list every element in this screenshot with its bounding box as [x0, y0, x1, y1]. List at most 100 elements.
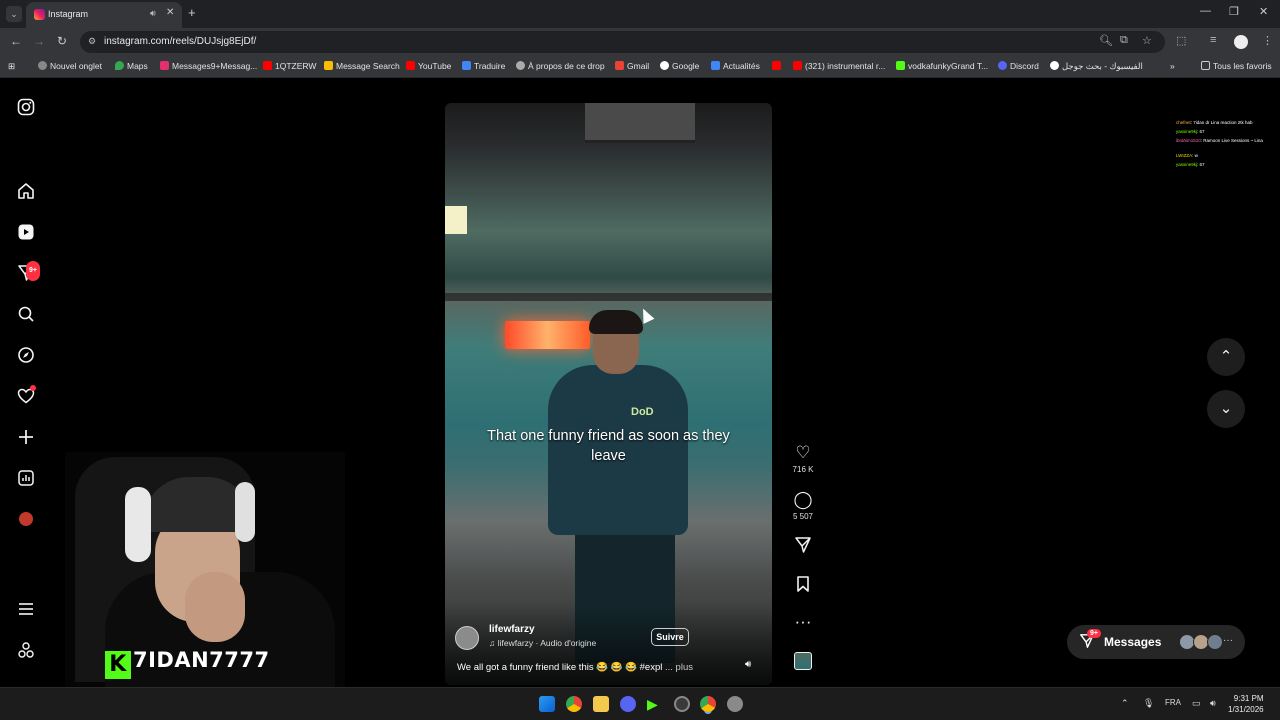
microphone-icon[interactable]: 🎙︎	[1143, 698, 1154, 709]
more-menu-icon[interactable]	[17, 600, 35, 618]
back-icon[interactable]: ←	[10, 34, 22, 48]
volume-icon[interactable]: 🔊︎	[745, 659, 751, 670]
reel-description[interactable]: We all got a funny friend like this 😂 😂 …	[457, 662, 693, 673]
chrome-icon[interactable]	[566, 696, 582, 712]
forward-icon[interactable]: →	[33, 34, 45, 48]
tray-overflow-icon[interactable]: ⌃	[1121, 698, 1129, 709]
window-close-icon[interactable]: ✕	[1259, 5, 1268, 18]
audio-thumbnail[interactable]	[792, 652, 814, 675]
minimize-icon[interactable]: —	[1200, 5, 1211, 17]
reel-audio[interactable]: ♫ lifewfarzy · Audio d'origine	[489, 638, 596, 648]
install-app-icon[interactable]: ⧉	[1120, 34, 1128, 47]
kick-taskbar-icon[interactable]: ▶	[647, 696, 663, 712]
bookmark-item[interactable]	[772, 61, 784, 71]
share-icon[interactable]	[792, 536, 814, 559]
reel-caption-overlay: That one funny friend as soon as they le…	[487, 428, 730, 464]
search-icon[interactable]	[17, 305, 35, 323]
address-bar[interactable]: ⚙ instagram.com/reels/DUJsjg8EjDf/	[80, 31, 1165, 53]
reload-icon[interactable]: ↻	[57, 34, 67, 48]
profile-avatar[interactable]	[1234, 35, 1248, 49]
bookmark-item[interactable]: Gmail	[615, 61, 649, 71]
site-info-icon[interactable]: ⚙	[88, 36, 98, 46]
home-icon[interactable]	[17, 182, 35, 200]
author-avatar[interactable]	[455, 626, 479, 650]
follow-button[interactable]: Suivre	[651, 628, 689, 646]
new-tab-icon[interactable]: +	[188, 5, 196, 20]
bookmark-item[interactable]: Actualités	[711, 61, 760, 71]
messages-button[interactable]: 9+ Messages ···	[1067, 625, 1245, 659]
bookmark-label: YouTube	[418, 61, 452, 71]
bookmark-label: Maps	[127, 61, 148, 71]
bookmark-item[interactable]: Maps	[115, 61, 148, 71]
also-from-meta-icon[interactable]	[17, 641, 35, 659]
author-username[interactable]: lifewfarzy	[489, 624, 535, 635]
save-bookmark-icon[interactable]	[792, 575, 814, 598]
language-indicator[interactable]: FRA	[1165, 698, 1181, 707]
kick-icon	[896, 61, 905, 70]
bookmark-item[interactable]: Messages9+Messag...	[160, 61, 257, 71]
browser-menu-icon[interactable]: ⋮	[1262, 34, 1273, 47]
url-text[interactable]: instagram.com/reels/DUJsjg8EjDf/	[104, 36, 256, 47]
next-reel-chevron-down-icon[interactable]: ⌄	[1207, 390, 1245, 428]
instagram-logo-icon[interactable]	[17, 98, 35, 116]
more-options-icon[interactable]: ···	[792, 612, 814, 632]
comment-icon[interactable]: ◯	[792, 490, 814, 510]
translate-icon	[462, 61, 471, 70]
bookmark-item[interactable]: 1QTZERW	[263, 61, 316, 71]
zoom-icon[interactable]: 🔍︎	[1099, 34, 1113, 47]
more-link[interactable]: ... plus	[665, 662, 693, 673]
bookmark-item[interactable]: Discord	[998, 61, 1039, 71]
chat-line: yassine9kj: 67	[1176, 162, 1205, 167]
globe-icon	[516, 61, 525, 70]
display-icon[interactable]: ▭	[1192, 698, 1201, 709]
speaker-icon[interactable]: 🔊︎	[1210, 698, 1216, 709]
tab-close-icon[interactable]: ✕	[166, 7, 174, 18]
like-action[interactable]: ♡ 716 K	[792, 443, 814, 474]
system-clock[interactable]: 9:31 PM 1/31/2026	[1228, 693, 1264, 715]
bookmark-item[interactable]: (321) instrumental r...	[793, 61, 885, 71]
profile-avatar-icon[interactable]	[17, 510, 35, 528]
media-controls-icon[interactable]: ≡	[1210, 34, 1216, 46]
tab-title: Instagram	[48, 9, 89, 19]
tab-search-icon[interactable]: ⌄	[6, 6, 22, 22]
create-icon[interactable]	[17, 428, 35, 446]
browser-tab[interactable]: Instagram 🔊︎ ✕	[26, 2, 182, 28]
reel-video[interactable]: DoD That one funny friend as soon as the…	[445, 103, 772, 685]
conversation-avatar	[1207, 634, 1223, 650]
bookmark-label: Nouvel onglet	[50, 61, 102, 71]
bookmarks-overflow-icon[interactable]: »	[1170, 61, 1175, 71]
heart-icon[interactable]: ♡	[792, 443, 814, 463]
bookmark-star-icon[interactable]: ☆	[1142, 34, 1152, 47]
direct-messages-icon[interactable]: 9+	[17, 261, 40, 282]
bookmark-item[interactable]: Nouvel onglet	[38, 61, 102, 71]
bookmark-label: Message Search	[336, 61, 400, 71]
notifications-heart-icon[interactable]	[17, 385, 36, 405]
discord-taskbar-icon[interactable]	[620, 696, 636, 712]
bookmark-item[interactable]: YouTube	[406, 61, 451, 71]
bookmark-item[interactable]: Google	[660, 61, 699, 71]
file-explorer-icon[interactable]	[593, 696, 609, 712]
windows-start-icon[interactable]	[539, 696, 555, 712]
tab-audio-icon[interactable]: 🔊︎	[150, 8, 156, 19]
bookmark-item[interactable]: الفيسبوك - بحث جوجل	[1050, 61, 1143, 72]
bookmark-item[interactable]: Message Search	[324, 61, 400, 71]
dashboard-icon[interactable]	[17, 469, 35, 487]
all-bookmarks[interactable]: Tous les favoris	[1201, 61, 1272, 71]
music-note-icon: ♫	[489, 638, 498, 648]
bookmark-item[interactable]: Traduire	[462, 61, 505, 71]
news-icon	[711, 61, 720, 70]
obs-icon[interactable]	[674, 696, 690, 712]
chrome-active-icon[interactable]	[700, 696, 716, 712]
kick-logo-icon: K	[105, 651, 131, 679]
previous-reel-chevron-up-icon[interactable]: ⌃	[1207, 338, 1245, 376]
reel-scene	[589, 310, 643, 334]
reels-icon[interactable]	[17, 223, 35, 241]
extensions-icon[interactable]: ⬚	[1176, 34, 1186, 47]
bookmark-item[interactable]: vodkafunkyGrand T...	[896, 61, 988, 71]
apps-grid-icon[interactable]: ⊞	[8, 61, 15, 72]
comment-action[interactable]: ◯ 5 507	[792, 490, 814, 521]
bookmark-item[interactable]: À propos de ce drop	[516, 61, 605, 71]
restore-icon[interactable]: ❐	[1229, 5, 1239, 18]
explore-icon[interactable]	[17, 346, 35, 364]
settings-icon[interactable]	[727, 696, 743, 712]
